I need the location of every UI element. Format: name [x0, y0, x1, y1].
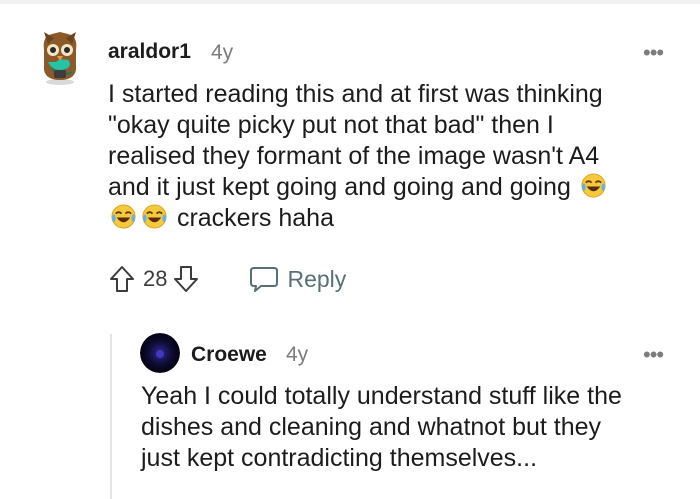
face-with-tears-of-joy-icon — [580, 172, 607, 199]
arrow-up-icon — [110, 266, 134, 292]
arrow-down-icon — [174, 266, 199, 292]
comment-line: crackers haha — [108, 203, 609, 234]
avatar[interactable] — [38, 28, 82, 86]
more-options-button[interactable]: ••• — [643, 344, 664, 366]
upvote-button[interactable] — [107, 262, 137, 296]
vote-count: 28 — [143, 266, 168, 291]
avatar[interactable] — [140, 333, 180, 373]
comment-line: just kept contradicting themselves... — [141, 444, 538, 472]
comment-line: I started reading this and at first was … — [108, 80, 603, 108]
comment-line-text: and it just kept going and going and goi… — [108, 173, 571, 201]
face-with-tears-of-joy-icon — [141, 203, 168, 230]
username[interactable]: Croewe — [191, 343, 267, 367]
comment-actions: 28 Reply — [107, 262, 346, 296]
comment-line-text: crackers haha — [176, 204, 334, 232]
more-options-button[interactable]: ••• — [643, 42, 664, 64]
comment-body: Yeah I could totally understand stuff li… — [141, 381, 622, 474]
face-with-tears-of-joy-icon — [110, 203, 137, 230]
thread-line[interactable] — [110, 334, 112, 499]
timestamp[interactable]: 4y — [211, 41, 233, 65]
comment-line: realised they formant of the image wasn'… — [108, 142, 600, 170]
comment-line: and it just kept going and going and goi… — [108, 172, 609, 203]
comment-line: "okay quite picky put not that bad" then… — [108, 111, 554, 139]
reply-label: Reply — [287, 265, 347, 292]
comment-line: dishes and cleaning and whatnot but they — [141, 413, 602, 441]
speech-bubble-icon — [250, 267, 279, 292]
top-divider — [0, 0, 700, 4]
downvote-button[interactable] — [171, 262, 201, 296]
comment-body: I started reading this and at first was … — [108, 79, 609, 234]
timestamp[interactable]: 4y — [286, 343, 308, 367]
reply-button[interactable]: Reply — [249, 265, 346, 293]
username[interactable]: araldor1 — [108, 40, 191, 64]
comment-line: Yeah I could totally understand stuff li… — [141, 382, 622, 410]
